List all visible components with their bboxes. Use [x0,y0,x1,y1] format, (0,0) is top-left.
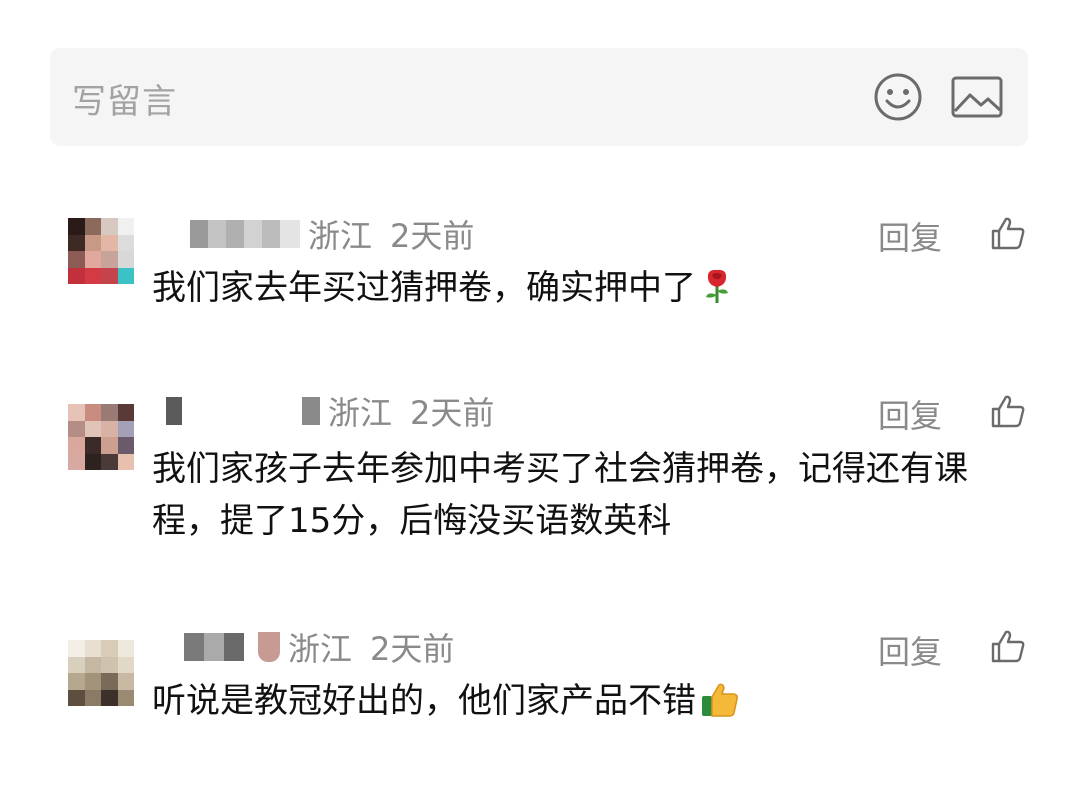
thumbs-up-outline-icon[interactable] [990,215,1026,251]
comment-meta: 浙江 2天前 [150,214,475,255]
thumbs-up-emoji [702,683,738,717]
username-blurred[interactable] [150,217,300,251]
comment-meta: 浙江 2天前 [150,627,455,668]
reply-button[interactable]: 回复 [878,391,942,437]
reply-button[interactable]: 回复 [878,627,942,673]
smiley-face-icon[interactable] [872,71,924,123]
image-picture-icon[interactable] [950,73,1004,121]
comment-location: 浙江 [328,394,393,432]
reply-button[interactable]: 回复 [878,213,942,259]
comment-location: 浙江 [288,630,353,668]
comment-text: 我们家孩子去年参加中考买了社会猜押卷，记得还有课程，提了15分，后悔没买语数英科 [152,449,968,541]
comment-location: 浙江 [308,217,373,255]
comment-time: 2天前 [390,217,475,255]
avatar[interactable] [68,640,134,706]
username-blurred[interactable] [150,394,320,428]
thumbs-up-outline-icon[interactable] [990,393,1026,429]
comment-composer[interactable]: 写留言 [50,48,1028,146]
thumbs-up-outline-icon[interactable] [990,628,1026,664]
username-blurred[interactable] [150,630,280,664]
comment-time: 2天前 [370,630,455,668]
comment-text: 我们家去年买过猜押卷，确实押中了 [152,262,1032,314]
avatar[interactable] [68,404,134,470]
comment-text: 听说是教冠好出的，他们家产品不错 [152,675,1032,727]
avatar[interactable] [68,218,134,284]
comment-time: 2天前 [410,394,495,432]
rose-emoji [706,269,728,303]
comment-meta: 浙江 2天前 [150,391,495,432]
comment-input-placeholder[interactable]: 写留言 [72,74,177,123]
